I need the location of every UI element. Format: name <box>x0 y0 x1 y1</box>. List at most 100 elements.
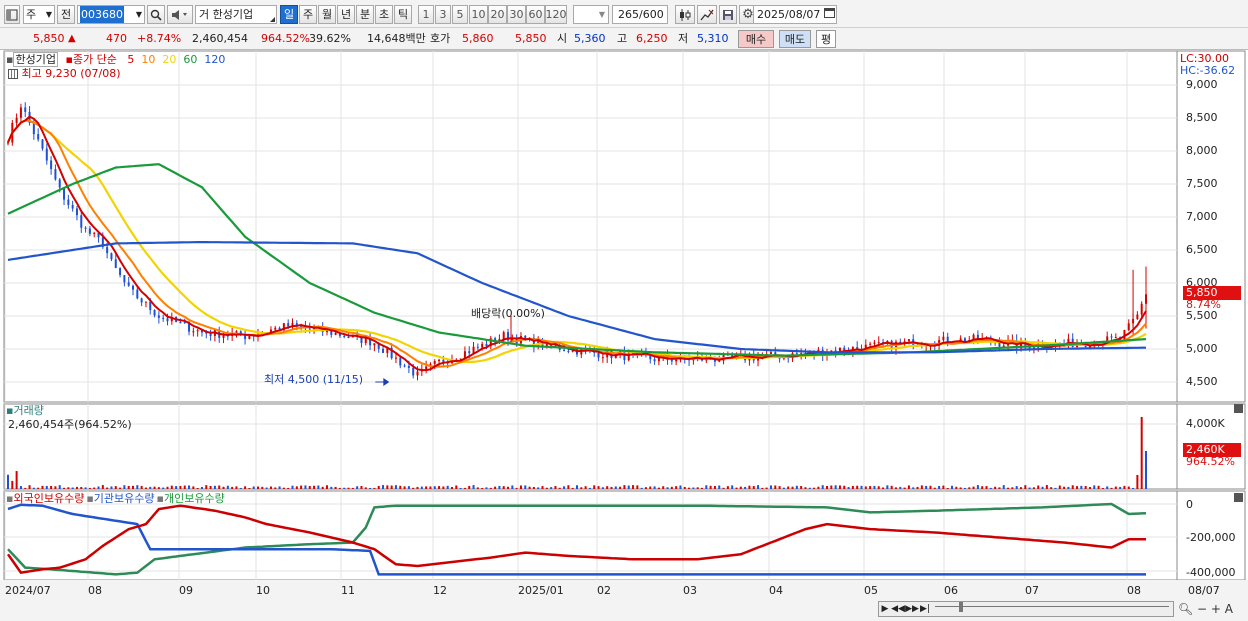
candle-body <box>58 179 61 188</box>
volume-bar <box>162 487 165 489</box>
volume-bar <box>903 487 906 489</box>
candle-body <box>653 359 656 362</box>
volume-bar <box>269 486 272 489</box>
volume-bar <box>446 485 449 489</box>
zoom-in-icon[interactable]: + <box>1211 602 1225 616</box>
last-pct-tag: 8.74% <box>1186 298 1221 311</box>
candle-body <box>308 328 311 330</box>
candle-body <box>88 228 91 234</box>
candle-body <box>106 246 109 254</box>
volume-bar <box>93 487 96 489</box>
volume-bar <box>584 486 587 489</box>
legend-ma-label[interactable]: 종가 단순 <box>73 53 117 66</box>
pane-close-icon[interactable] <box>1234 404 1243 413</box>
volume-bar <box>606 486 609 489</box>
volume-bar <box>1114 486 1117 489</box>
grid-icon[interactable] <box>8 69 18 79</box>
x-axis-last-date: 08/07 <box>1188 584 1220 597</box>
volume-bar <box>343 487 346 489</box>
volume-bar <box>231 486 234 489</box>
candle-body <box>84 227 87 229</box>
candle-body <box>123 275 126 283</box>
volume-bar <box>873 485 876 489</box>
candle-body <box>248 335 251 339</box>
volume-bar <box>657 487 660 489</box>
holding-y-tick: -200,000 <box>1186 531 1236 544</box>
volume-bar <box>412 487 415 489</box>
volume-bar <box>692 487 695 489</box>
candle-body <box>502 332 505 339</box>
price-y-tick: 7,500 <box>1186 177 1218 190</box>
volume-bar <box>1050 487 1053 489</box>
candle-body <box>347 337 350 339</box>
volume-bar <box>235 486 238 489</box>
holding-legend-item[interactable]: 외국인보유수량 <box>13 492 84 505</box>
x-axis-label: 12 <box>433 584 447 597</box>
volume-bar <box>295 486 298 489</box>
volume-bar <box>808 487 811 489</box>
volume-bar <box>433 486 436 489</box>
scroll-thumb[interactable] <box>959 602 963 612</box>
volume-bar <box>1101 487 1104 489</box>
volume-bar <box>886 485 889 489</box>
volume-bar <box>63 487 66 489</box>
volume-bar <box>588 487 591 489</box>
candle-body <box>425 366 428 370</box>
volume-bar <box>563 486 566 489</box>
volume-bar <box>1119 486 1122 489</box>
candle-body <box>19 107 22 118</box>
legend-stock-name[interactable]: 한성기업 <box>13 52 58 67</box>
volume-bar <box>399 485 402 489</box>
volume-bar <box>1132 487 1135 489</box>
volume-bar <box>110 486 113 489</box>
x-axis-label: 2024/07 <box>5 584 51 597</box>
volume-bar <box>597 486 600 489</box>
rewind-icon[interactable]: ◀◀ <box>891 604 905 614</box>
candle-body <box>119 268 122 276</box>
volume-bar <box>132 485 135 489</box>
legend-ma-period[interactable]: 120 <box>204 53 225 66</box>
candle-body <box>869 343 872 345</box>
candle-body <box>144 301 147 303</box>
volume-bar <box>610 486 613 489</box>
to-end-icon[interactable]: ▶| <box>919 604 931 614</box>
pane-close-icon[interactable] <box>1234 493 1243 502</box>
volume-bar <box>713 486 716 489</box>
volume-bar <box>442 486 445 489</box>
volume-bar <box>101 485 104 489</box>
candle-body <box>1140 303 1143 315</box>
candle-body <box>433 361 436 364</box>
candle-body <box>769 352 772 354</box>
volume-bar <box>933 487 936 489</box>
zoom-controls: 🔍︎ − + A <box>1178 601 1233 617</box>
volume-bar <box>537 487 540 489</box>
candle-body <box>24 107 27 112</box>
x-axis-label: 2025/01 <box>518 584 564 597</box>
candle-body <box>468 351 471 354</box>
zoom-search-icon[interactable]: 🔍︎ <box>1178 602 1193 616</box>
zoom-out-icon[interactable]: − <box>1193 602 1211 616</box>
holding-legend-item[interactable]: 기관보유수량 <box>94 492 155 505</box>
candle-body <box>394 357 397 359</box>
candle-body <box>41 139 44 149</box>
fast-forward-icon[interactable]: ▶▶ <box>905 604 919 614</box>
text-size-icon[interactable]: A <box>1225 602 1233 616</box>
legend-ma-period[interactable]: 10 <box>141 53 155 66</box>
chart-scrollbar[interactable]: ▶ ◀◀ ▶▶ ▶| <box>878 601 1174 617</box>
candle-body <box>1136 314 1139 319</box>
legend-ma-period[interactable]: 20 <box>162 53 176 66</box>
volume-bar <box>127 485 130 489</box>
scroll-track[interactable] <box>935 602 1169 612</box>
legend-ma-period[interactable]: 60 <box>183 53 197 66</box>
play-icon[interactable]: ▶ <box>879 604 891 614</box>
candle-body <box>438 359 441 362</box>
holding-legend-item[interactable]: 개인보유수량 <box>164 492 225 505</box>
volume-bar <box>1063 486 1066 489</box>
legend-ma-period[interactable]: 5 <box>127 53 134 66</box>
volume-bar <box>390 485 393 489</box>
volume-bar <box>291 485 294 489</box>
volume-bar <box>58 485 61 489</box>
candle-body <box>37 134 40 140</box>
candle-body <box>196 330 199 332</box>
volume-bar <box>338 487 341 489</box>
